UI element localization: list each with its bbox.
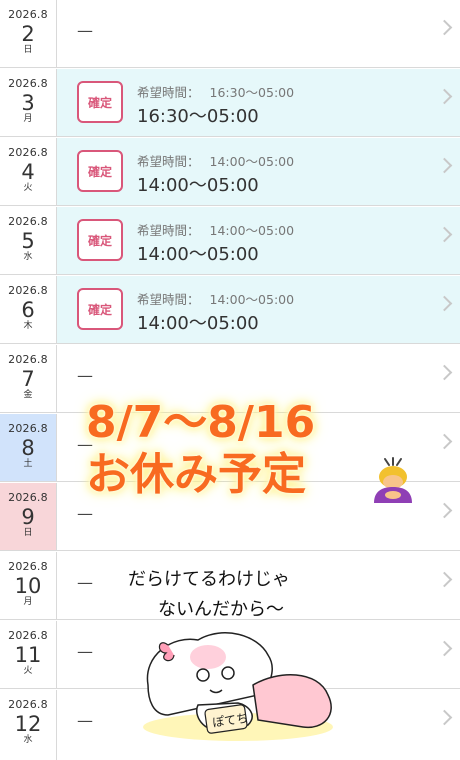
person-bowing-emoji-icon [374,457,412,503]
day-content: — [57,0,460,67]
request-time-line: 希望時間： 14:00〜05:00 [137,289,294,308]
year-month: 2026.8 [8,353,48,366]
day-row-4[interactable]: 2026.8 4 火 確定 希望時間： 14:00〜05:00 14:00〜05:… [0,138,460,206]
year-month: 2026.8 [8,8,48,21]
weekday: 火 [23,183,33,193]
chevron-right-icon[interactable] [436,19,453,36]
chevron-right-icon[interactable] [436,433,453,450]
shift-time: 14:00〜05:00 [137,313,259,334]
request-label: 希望時間： [137,223,200,238]
holiday-dates: 8/7〜8/16 [86,397,316,448]
day-number: 3 [21,91,35,115]
chevron-right-icon[interactable] [436,502,453,519]
empty-dash: — [77,504,93,523]
year-month: 2026.8 [8,629,48,642]
chevron-right-icon[interactable] [436,88,453,105]
shift-time: 16:30〜05:00 [137,106,259,127]
year-month: 2026.8 [8,560,48,573]
year-month: 2026.8 [8,77,48,90]
year-month: 2026.8 [8,491,48,504]
weekday: 水 [23,735,33,745]
day-row-6[interactable]: 2026.8 6 木 確定 希望時間： 14:00〜05:00 14:00〜05:… [0,276,460,344]
year-month: 2026.8 [8,284,48,297]
year-month: 2026.8 [8,146,48,159]
chevron-right-icon[interactable] [436,157,453,174]
day-number: 7 [21,367,35,391]
chevron-right-icon[interactable] [436,571,453,588]
weekday: 土 [23,459,33,469]
date-cell: 2026.8 5 水 [0,207,57,274]
empty-dash: — [77,366,93,385]
empty-dash: — [77,573,93,592]
day-content: 確定 希望時間： 16:30〜05:00 16:30〜05:00 [57,69,460,136]
date-cell: 2026.8 9 日 [0,483,57,550]
request-label: 希望時間： [137,85,200,100]
day-number: 10 [14,574,42,598]
date-cell: 2026.8 10 月 [0,552,57,619]
date-cell: 2026.8 6 木 [0,276,57,343]
chevron-right-icon[interactable] [436,226,453,243]
day-row-3[interactable]: 2026.8 3 月 確定 希望時間： 16:30〜05:00 16:30〜05:… [0,69,460,137]
request-time: 14:00〜05:00 [209,154,295,169]
weekday: 水 [23,252,33,262]
day-content: 確定 希望時間： 14:00〜05:00 14:00〜05:00 [57,276,460,343]
weekday: 木 [23,321,33,331]
day-number: 9 [21,505,35,529]
date-cell: 2026.8 11 火 [0,621,57,688]
empty-dash: — [77,642,93,661]
day-row-5[interactable]: 2026.8 5 水 確定 希望時間： 14:00〜05:00 14:00〜05:… [0,207,460,275]
day-content: 確定 希望時間： 14:00〜05:00 14:00〜05:00 [57,207,460,274]
weekday: 月 [23,114,33,124]
weekday: 日 [23,528,33,538]
request-time: 16:30〜05:00 [209,85,295,100]
request-time-line: 希望時間： 14:00〜05:00 [137,220,294,239]
request-time-line: 希望時間： 16:30〜05:00 [137,82,294,101]
year-month: 2026.8 [8,422,48,435]
chevron-right-icon[interactable] [436,709,453,726]
request-label: 希望時間： [137,154,200,169]
holiday-overlay-text: 8/7〜8/16 お休み予定 [86,398,315,500]
date-cell: 2026.8 8 土 [0,414,57,481]
confirmed-badge: 確定 [77,288,123,330]
chevron-right-icon[interactable] [436,364,453,381]
handwritten-line1: だらけてるわけじゃ [128,569,290,590]
day-number: 4 [21,160,35,184]
weekday: 火 [23,666,33,676]
chevron-right-icon[interactable] [436,640,453,657]
day-content: 確定 希望時間： 14:00〜05:00 14:00〜05:00 [57,138,460,205]
day-number: 11 [14,643,42,667]
shift-time: 14:00〜05:00 [137,175,259,196]
day-number: 5 [21,229,35,253]
request-time: 14:00〜05:00 [209,223,295,238]
request-time: 14:00〜05:00 [209,292,295,307]
confirmed-badge: 確定 [77,219,123,261]
day-number: 12 [14,712,42,736]
empty-dash: — [77,711,93,730]
request-time-line: 希望時間： 14:00〜05:00 [137,151,294,170]
date-cell: 2026.8 3 月 [0,69,57,136]
shift-time: 14:00〜05:00 [137,244,259,265]
request-label: 希望時間： [137,292,200,307]
lazy-character-illustration: ぽてち [143,632,333,741]
weekday: 日 [23,45,33,55]
date-cell: 2026.8 2 日 [0,0,57,67]
day-row-2[interactable]: 2026.8 2 日 — [0,0,460,68]
day-number: 8 [21,436,35,460]
day-number: 2 [21,22,35,46]
confirmed-badge: 確定 [77,81,123,123]
year-month: 2026.8 [8,698,48,711]
weekday: 金 [23,390,33,400]
weekday: 月 [23,597,33,607]
date-cell: 2026.8 4 火 [0,138,57,205]
empty-dash: — [77,21,93,40]
confirmed-badge: 確定 [77,150,123,192]
date-cell: 2026.8 7 金 [0,345,57,412]
chevron-right-icon[interactable] [436,295,453,312]
holiday-label: お休み予定 [86,449,306,500]
date-cell: 2026.8 12 水 [0,690,57,760]
day-number: 6 [21,298,35,322]
year-month: 2026.8 [8,215,48,228]
